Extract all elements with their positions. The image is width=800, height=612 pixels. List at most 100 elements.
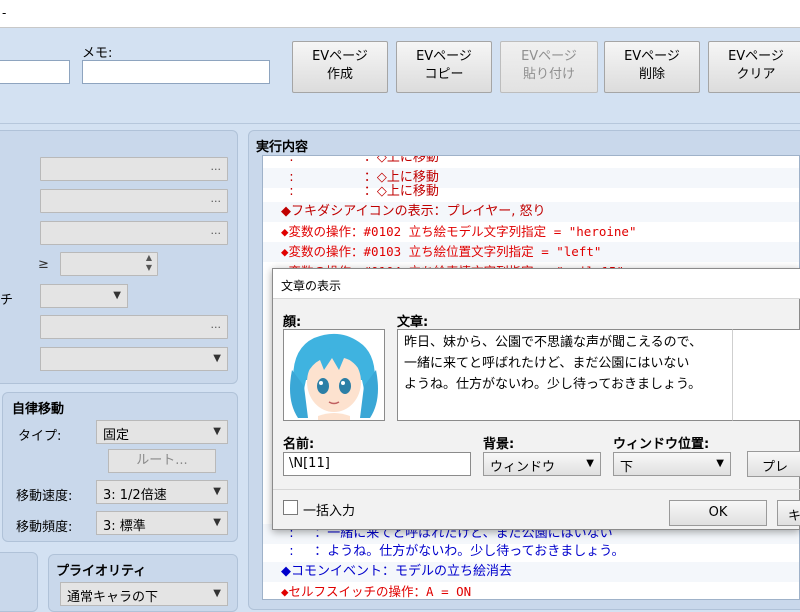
contents-heading: 実行内容 bbox=[256, 140, 309, 155]
condition-variable-field[interactable]: ... bbox=[40, 221, 228, 245]
batch-input-label: 一括入力 bbox=[303, 504, 356, 519]
text-label: 文章: bbox=[397, 315, 429, 330]
window-position-value: 下 bbox=[620, 460, 634, 475]
chevron-down-icon: ▼ bbox=[113, 290, 121, 301]
self-switch-combo[interactable]: ▼ bbox=[40, 284, 128, 308]
chevron-down-icon: ▼ bbox=[213, 517, 221, 528]
movement-speed-select[interactable]: 3: 1/2倍速 ▼ bbox=[96, 480, 228, 504]
ev-page-delete-button[interactable]: EVページ 削除 bbox=[604, 41, 700, 93]
button-line2: 貼り付け bbox=[522, 67, 575, 82]
ge-symbol: ≥ bbox=[38, 257, 49, 272]
priority-heading: プライオリティ bbox=[56, 564, 147, 579]
background-label: 背景: bbox=[483, 437, 515, 452]
condition-actor-combo[interactable]: ▼ bbox=[40, 347, 228, 371]
ellipsis-icon: ... bbox=[210, 224, 222, 237]
command-row[interactable]: : ：◇上に移動 bbox=[263, 182, 799, 202]
face-label: 顔: bbox=[283, 315, 302, 330]
chevron-down-icon: ▼ bbox=[586, 458, 594, 469]
message-line: 昨日、妹から、公園で不思議な声が聞こえるので、 bbox=[404, 335, 703, 350]
memo-input[interactable] bbox=[82, 60, 270, 84]
batch-input-checkbox[interactable] bbox=[283, 500, 298, 515]
ellipsis-icon: ... bbox=[210, 160, 222, 173]
command-text: ◆変数の操作：#0102 立ち絵モデル文字列指定 = "heroine" bbox=[281, 224, 637, 239]
speaker-name-input[interactable]: \N[11] bbox=[283, 452, 471, 476]
face-image-box[interactable] bbox=[283, 329, 385, 421]
command-text: ◆フキダシアイコンの表示：プレイヤー, 怒り bbox=[281, 204, 546, 219]
spinner-up-icon[interactable]: ▲ bbox=[146, 253, 152, 262]
speed-label: 移動速度: bbox=[16, 489, 73, 504]
show-text-dialog: 文章の表示 顔: 文章: 昨日、妹から、公園で不思議な声が聞こえるので、 一緒に… bbox=[272, 268, 800, 530]
ev-page-paste-button[interactable]: EVページ 貼り付け bbox=[500, 41, 598, 93]
priority-value: 通常キャラの下 bbox=[67, 590, 159, 605]
button-line2: 削除 bbox=[638, 67, 665, 82]
movement-type-select[interactable]: 固定 ▼ bbox=[96, 420, 228, 444]
chevron-down-icon: ▼ bbox=[213, 426, 221, 437]
ev-page-clear-button[interactable]: EVページ クリア bbox=[708, 41, 800, 93]
ok-button[interactable]: OK bbox=[669, 500, 767, 526]
window-titlebar: - bbox=[0, 0, 800, 28]
message-line: 一緒に来てと呼ばれたけど、まだ公園にはいない bbox=[404, 356, 690, 371]
button-line2: クリア bbox=[736, 67, 776, 82]
name-input[interactable] bbox=[0, 60, 70, 84]
command-text: ◆コモンイベント：モデルの立ち絵消去 bbox=[281, 564, 512, 579]
route-button[interactable]: ルート... bbox=[108, 449, 216, 473]
command-row[interactable]: ◆セルフスイッチの操作：A = ON bbox=[263, 582, 799, 599]
button-line1: EVページ bbox=[728, 49, 784, 64]
ev-page-copy-button[interactable]: EVページ コピー bbox=[396, 41, 492, 93]
frequency-label: 移動頻度: bbox=[16, 520, 73, 535]
background-select[interactable]: ウィンドウ ▼ bbox=[483, 452, 601, 476]
command-row[interactable]: : ：ようね。仕方がないわ。少し待っておきましょう。 bbox=[263, 542, 799, 562]
message-line: ようね。仕方がないわ。少し待っておきましょう。 bbox=[404, 377, 702, 392]
cancel-button[interactable]: キ bbox=[777, 500, 800, 526]
memo-label: メモ: bbox=[82, 46, 113, 61]
background-value: ウィンドウ bbox=[490, 460, 556, 475]
dialog-divider bbox=[273, 489, 800, 490]
condition-item-field[interactable]: ... bbox=[40, 315, 228, 339]
command-row[interactable]: ◆コモンイベント：モデルの立ち絵消去 bbox=[263, 562, 799, 582]
command-text: : ：ようね。仕方がないわ。少し待っておきましょう。 bbox=[281, 544, 625, 559]
chevron-down-icon: ▼ bbox=[213, 486, 221, 497]
dialog-titlebar: 文章の表示 bbox=[273, 269, 800, 299]
window-title: - bbox=[2, 6, 7, 20]
preview-button[interactable]: プレ bbox=[747, 451, 800, 477]
command-text: ◆変数の操作：#0103 立ち絵位置文字列指定 = "left" bbox=[281, 244, 602, 259]
spinner-down-icon[interactable]: ▼ bbox=[146, 263, 152, 272]
window-position-label: ウィンドウ位置: bbox=[613, 437, 710, 452]
autonomous-heading: 自律移動 bbox=[12, 402, 65, 417]
command-row[interactable]: ◆変数の操作：#0103 立ち絵位置文字列指定 = "left" bbox=[263, 242, 799, 262]
command-text: : ：◇上に移動 bbox=[281, 155, 439, 165]
ellipsis-icon: ... bbox=[210, 318, 222, 331]
message-textarea[interactable]: 昨日、妹から、公園で不思議な声が聞こえるので、 一緒に来てと呼ばれたけど、まだ公… bbox=[397, 329, 733, 421]
movement-frequency-value: 3: 標準 bbox=[103, 519, 146, 534]
movement-type-value: 固定 bbox=[103, 428, 130, 443]
button-line2: コピー bbox=[424, 67, 464, 82]
button-line1: EVページ bbox=[416, 49, 472, 64]
character-face-icon bbox=[284, 330, 384, 420]
ellipsis-icon: ... bbox=[210, 192, 222, 205]
condition-value-spinner[interactable]: ▲ ▼ bbox=[60, 252, 158, 276]
ev-page-create-button[interactable]: EVページ 作成 bbox=[292, 41, 388, 93]
movement-speed-value: 3: 1/2倍速 bbox=[103, 488, 167, 503]
chevron-down-icon: ▼ bbox=[213, 588, 221, 599]
command-row[interactable]: ◆変数の操作：#0102 立ち絵モデル文字列指定 = "heroine" bbox=[263, 222, 799, 242]
button-line2: 作成 bbox=[326, 67, 353, 82]
name-label: 名前: bbox=[283, 437, 315, 452]
chevron-down-icon: ▼ bbox=[213, 353, 221, 364]
button-line1: EVページ bbox=[312, 49, 368, 64]
condition-switch1-field[interactable]: ... bbox=[40, 157, 228, 181]
chevron-down-icon: ▼ bbox=[716, 458, 724, 469]
dialog-title: 文章の表示 bbox=[281, 279, 342, 293]
type-label: タイプ: bbox=[18, 429, 62, 444]
button-line1: EVページ bbox=[521, 49, 577, 64]
command-row[interactable]: : ：◇上に移動 bbox=[263, 155, 799, 168]
condition-switch2-field[interactable]: ... bbox=[40, 189, 228, 213]
button-line1: EVページ bbox=[624, 49, 680, 64]
command-text: : ：◇上に移動 bbox=[281, 184, 439, 199]
window-position-select[interactable]: 下 ▼ bbox=[613, 452, 731, 476]
options-panel bbox=[0, 552, 38, 612]
command-row[interactable]: ◆フキダシアイコンの表示：プレイヤー, 怒り bbox=[263, 202, 799, 222]
self-switch-label: チ bbox=[0, 293, 14, 308]
priority-select[interactable]: 通常キャラの下 ▼ bbox=[60, 582, 228, 606]
command-text: ◆セルフスイッチの操作：A = ON bbox=[281, 584, 472, 599]
movement-frequency-select[interactable]: 3: 標準 ▼ bbox=[96, 511, 228, 535]
